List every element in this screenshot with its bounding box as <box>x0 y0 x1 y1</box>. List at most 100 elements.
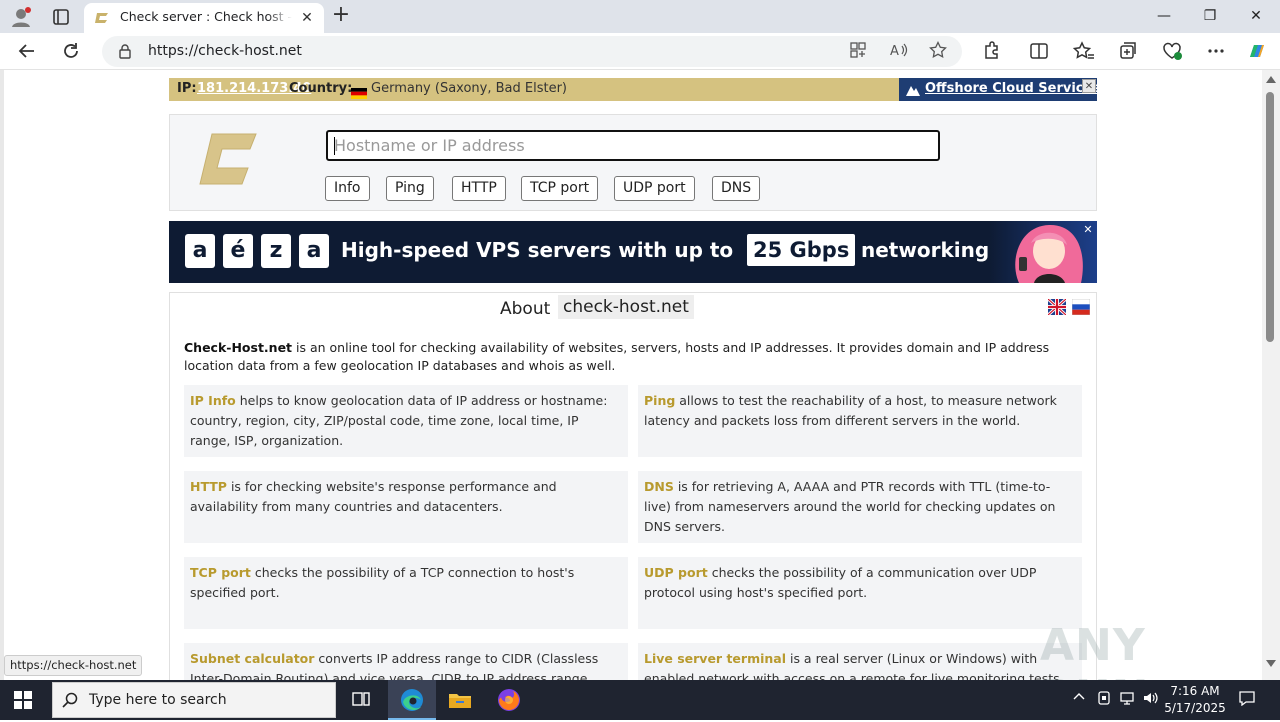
settings-more-icon[interactable] <box>1203 39 1229 63</box>
tray-overflow-chevron-icon[interactable] <box>1072 690 1086 708</box>
banner-close-icon[interactable]: ✕ <box>1081 223 1095 237</box>
active-tab[interactable]: Check server : Check host - online websi… <box>84 3 324 33</box>
scroll-thumb[interactable] <box>1266 92 1274 342</box>
card-title-link[interactable]: Live server terminal <box>644 651 786 666</box>
germany-flag-icon <box>351 84 367 99</box>
card-title-link[interactable]: UDP port <box>644 565 708 580</box>
volume-icon[interactable] <box>1142 690 1158 710</box>
address-bar[interactable]: https://check-host.net A <box>102 36 962 67</box>
minimize-button[interactable]: — <box>1144 4 1184 28</box>
web-page: IP: 181.214.173.40 Country: Germany (Sax… <box>0 70 1262 680</box>
check-host-favicon-icon <box>94 10 110 26</box>
edge-browser-icon[interactable] <box>397 686 427 714</box>
clock-time: 7:16 AM <box>1170 684 1220 698</box>
banner-letter: a <box>185 234 215 268</box>
card-title-link[interactable]: DNS <box>644 479 674 494</box>
ip-info-bar: IP: 181.214.173.40 Country: Germany (Sax… <box>169 78 1100 101</box>
info-button[interactable]: Info <box>325 176 370 201</box>
firefox-icon[interactable] <box>494 686 524 714</box>
card-udp-port: UDP port checks the possibility of a com… <box>638 557 1082 629</box>
maximize-button[interactable]: ❐ <box>1190 4 1230 28</box>
card-tcp-port: TCP port checks the possibility of a TCP… <box>184 557 628 629</box>
favorites-icon[interactable] <box>1070 39 1096 63</box>
aeza-ad-banner[interactable]: a é z a High-speed VPS servers with up t… <box>169 221 1097 283</box>
notifications-icon[interactable] <box>1238 690 1256 710</box>
dns-button[interactable]: DNS <box>712 176 761 201</box>
banner-letter: a <box>299 234 329 268</box>
vertical-scrollbar[interactable] <box>1262 70 1280 680</box>
about-host: check-host.net <box>558 295 694 319</box>
collections-icon[interactable] <box>1115 39 1141 63</box>
copilot-icon[interactable] <box>1244 39 1270 63</box>
card-dns: DNS is for retrieving A, AAAA and PTR re… <box>638 471 1082 543</box>
card-text: helps to know geolocation data of IP add… <box>190 393 608 448</box>
http-button[interactable]: HTTP <box>452 176 506 201</box>
card-subnet-calculator: Subnet calculator converts IP address ra… <box>184 643 628 680</box>
app-available-icon[interactable] <box>847 41 869 63</box>
banner-speed: 25 Gbps <box>747 234 856 266</box>
card-ping: Ping allows to test the reachability of … <box>638 385 1082 457</box>
hostname-input[interactable] <box>326 130 940 161</box>
card-http: HTTP is for checking website's response … <box>184 471 628 543</box>
card-title-link[interactable]: TCP port <box>190 565 251 580</box>
card-title-link[interactable]: IP Info <box>190 393 236 408</box>
ping-button[interactable]: Ping <box>386 176 434 201</box>
windows-start-icon[interactable] <box>14 691 32 709</box>
ip-label: IP: <box>177 81 197 96</box>
card-ip-info: IP Info helps to know geolocation data o… <box>184 385 628 457</box>
taskbar-search-box[interactable]: Type here to search <box>52 682 336 718</box>
link-status-bar: https://check-host.net <box>4 655 143 676</box>
profile-icon[interactable] <box>8 5 36 29</box>
card-title-link[interactable]: HTTP <box>190 479 227 494</box>
close-window-button[interactable]: ✕ <box>1236 4 1276 28</box>
read-aloud-icon[interactable]: A <box>888 41 910 63</box>
banner-letter: é <box>223 234 253 268</box>
about-section: About check-host.net Check-Host.net is a… <box>169 292 1097 680</box>
russian-flag-icon[interactable] <box>1071 298 1091 316</box>
system-clock[interactable]: 7:16 AM 5/17/2025 <box>1160 683 1230 717</box>
offshore-cloud-link[interactable]: Offshore Cloud Services <box>925 81 1100 96</box>
device-tray-icon[interactable] <box>1096 690 1112 710</box>
tab-bar: Check server : Check host - online websi… <box>0 0 1280 33</box>
browser-essentials-icon[interactable] <box>1159 39 1185 63</box>
intro-brand: Check-Host.net <box>184 340 293 355</box>
card-title-link[interactable]: Subnet calculator <box>190 651 314 666</box>
split-screen-icon[interactable] <box>1026 39 1052 63</box>
url-text[interactable]: https://check-host.net <box>148 43 302 59</box>
intro-paragraph: Check-Host.net is an online tool for che… <box>184 339 1074 374</box>
card-text: is for checking website's response perfo… <box>190 479 557 514</box>
about-title: About <box>500 299 551 319</box>
offshore-ad-close-icon[interactable]: ✕ <box>1082 79 1096 93</box>
tcp-port-button[interactable]: TCP port <box>521 176 599 201</box>
network-icon[interactable] <box>1119 690 1135 710</box>
lock-icon[interactable] <box>118 43 132 59</box>
card-live-terminal: Live server terminal is a real server (L… <box>638 643 1082 680</box>
back-icon[interactable] <box>14 39 40 63</box>
card-title-link[interactable]: Ping <box>644 393 675 408</box>
check-host-logo[interactable] <box>198 131 258 189</box>
tab-close-icon[interactable]: ✕ <box>298 9 316 27</box>
country-label: Country: <box>289 81 353 96</box>
banner-letter: z <box>261 234 291 268</box>
file-explorer-icon[interactable] <box>445 686 475 714</box>
favorite-star-icon[interactable] <box>927 40 949 63</box>
intro-text: is an online tool for checking availabil… <box>184 340 1050 373</box>
mountain-logo-icon <box>905 82 921 96</box>
udp-port-button[interactable]: UDP port <box>614 176 695 201</box>
search-icon <box>62 692 78 708</box>
offshore-cloud-ad[interactable]: Offshore Cloud Services ✕ <box>899 78 1100 101</box>
banner-text: High-speed VPS servers with up to <box>341 238 734 262</box>
scroll-down-arrow-icon[interactable] <box>1266 660 1276 667</box>
scroll-up-arrow-icon[interactable] <box>1266 76 1276 83</box>
taskbar-search-placeholder: Type here to search <box>89 692 227 708</box>
browser-toolbar: https://check-host.net A <box>0 33 1280 70</box>
tab-actions-icon[interactable] <box>48 5 74 29</box>
task-view-icon[interactable] <box>346 686 376 714</box>
windows-taskbar: Type here to search 7:16 AM 5/17/2025 <box>0 680 1280 720</box>
refresh-icon[interactable] <box>58 39 84 63</box>
new-tab-button[interactable]: + <box>330 4 352 27</box>
banner-networking: networking <box>861 238 990 262</box>
anyrun-watermark: ANY RUN <box>1040 610 1240 722</box>
extensions-icon[interactable] <box>978 39 1004 63</box>
english-flag-icon[interactable] <box>1047 297 1067 317</box>
